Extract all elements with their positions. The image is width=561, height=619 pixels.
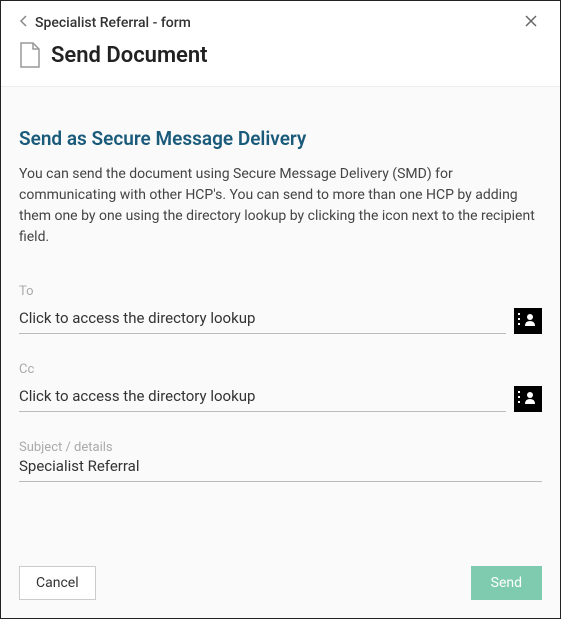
- send-document-modal: Specialist Referral - form Send Document…: [0, 0, 561, 619]
- to-input[interactable]: [19, 305, 506, 334]
- to-field: To: [19, 284, 542, 334]
- subject-value: Specialist Referral: [19, 457, 542, 475]
- subject-field[interactable]: Subject / details Specialist Referral: [19, 440, 542, 482]
- cc-field: Cc: [19, 362, 542, 412]
- page-title: Send Document: [51, 43, 208, 68]
- modal-header: Specialist Referral - form Send Document: [1, 1, 560, 87]
- to-row: [19, 305, 542, 334]
- to-label: To: [19, 284, 542, 299]
- header-title-row: Send Document: [19, 42, 542, 68]
- address-book-icon: [518, 310, 538, 332]
- to-directory-lookup-button[interactable]: [514, 308, 542, 334]
- breadcrumb-wrap: Specialist Referral - form: [19, 15, 191, 31]
- document-icon: [19, 42, 41, 68]
- subject-label: Subject / details: [19, 440, 542, 455]
- close-icon[interactable]: [520, 11, 542, 34]
- send-button[interactable]: Send: [471, 566, 542, 600]
- cc-directory-lookup-button[interactable]: [514, 386, 542, 412]
- address-book-icon: [518, 388, 538, 410]
- modal-body: Send as Secure Message Delivery You can …: [1, 87, 560, 552]
- section-description: You can send the document using Secure M…: [19, 164, 542, 248]
- header-top-row: Specialist Referral - form: [19, 11, 542, 34]
- cancel-button[interactable]: Cancel: [19, 566, 96, 600]
- back-chevron-icon[interactable]: [19, 15, 29, 31]
- section-title: Send as Secure Message Delivery: [19, 127, 542, 150]
- cc-label: Cc: [19, 362, 542, 377]
- cc-input[interactable]: [19, 383, 506, 412]
- modal-footer: Cancel Send: [1, 552, 560, 618]
- breadcrumb-title: Specialist Referral - form: [35, 15, 191, 31]
- cc-row: [19, 383, 542, 412]
